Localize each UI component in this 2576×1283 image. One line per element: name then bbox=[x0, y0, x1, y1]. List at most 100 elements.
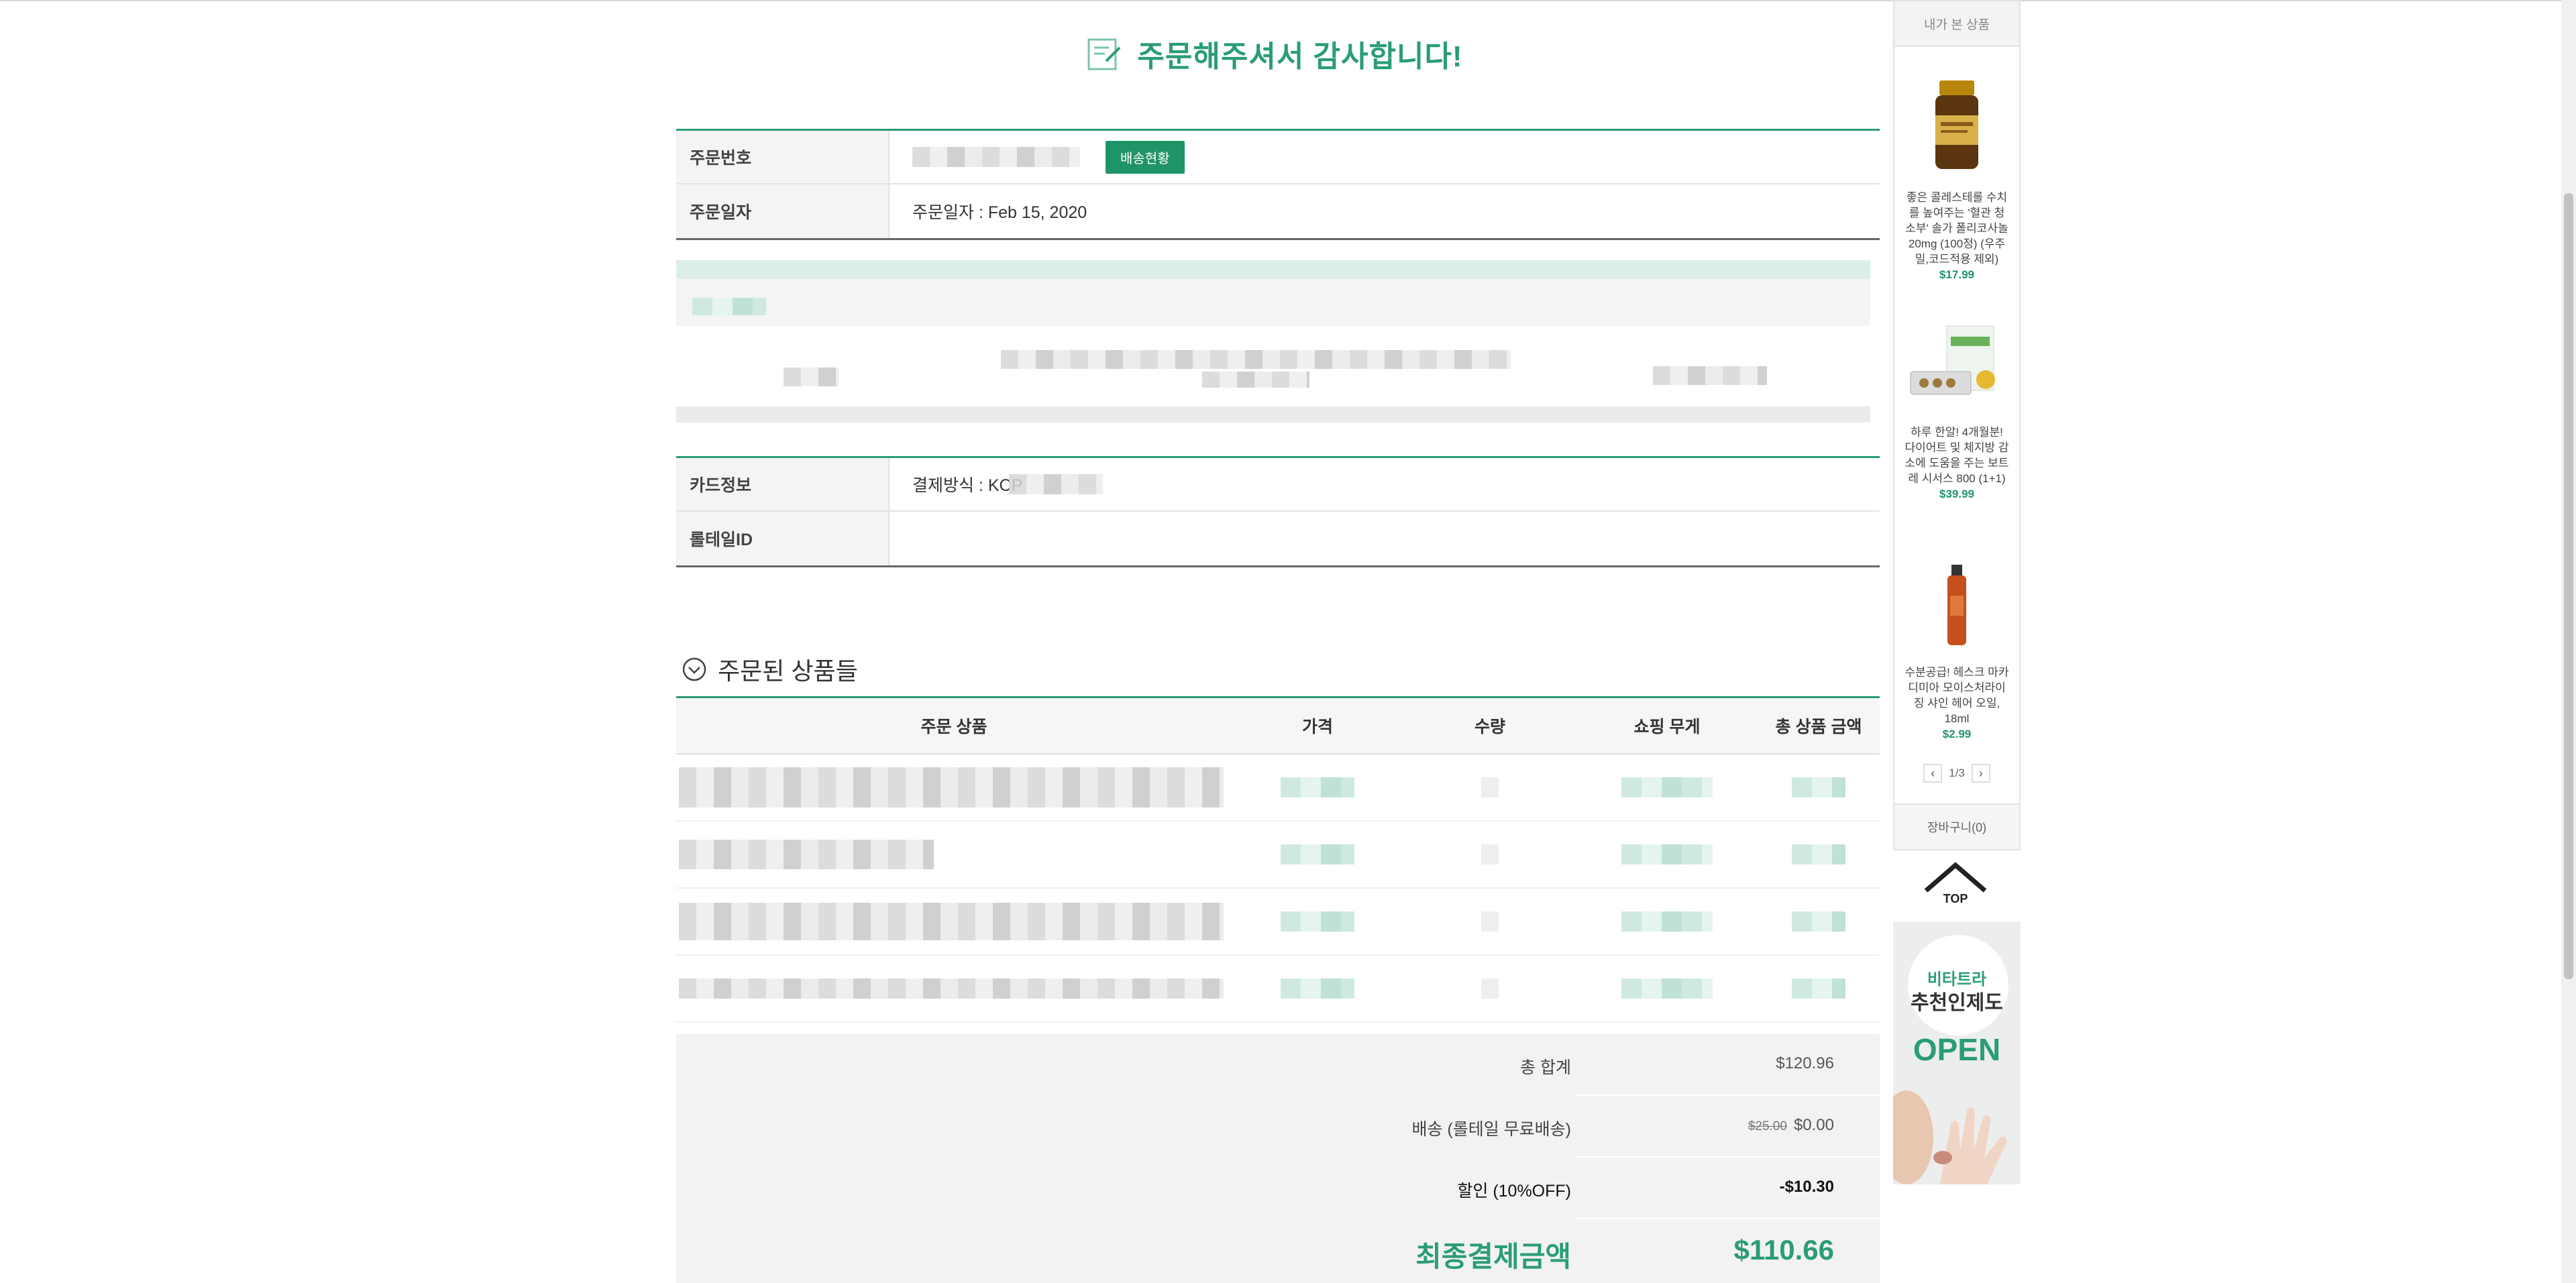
product-name-redacted[interactable] bbox=[679, 903, 1224, 940]
recently-viewed-title: 내가 본 상품 bbox=[1894, 1, 2019, 47]
total-redacted bbox=[1792, 979, 1845, 999]
products-table-header: 주문 상품 가격 수량 쇼핑 무게 총 상품 금액 bbox=[676, 698, 1880, 755]
address-detail-redacted bbox=[1001, 350, 1511, 369]
recent-item[interactable]: 하루 한알! 4개월분! 다이어트 및 체지방 감소에 도움을 주는 보트레 시… bbox=[1894, 322, 2019, 501]
address-subheader-bar bbox=[676, 279, 1870, 326]
order-date-row: 주문일자 주문일자 : Feb 15, 2020 bbox=[676, 184, 1880, 238]
header-price: 가격 bbox=[1301, 718, 1333, 736]
recent-item-price: $39.99 bbox=[1939, 488, 1974, 500]
banner-line2: 추천인제도 bbox=[1911, 992, 2003, 1014]
payment-method-value: 결제방식 : KCP bbox=[912, 476, 1023, 495]
price-redacted bbox=[1281, 911, 1354, 932]
weight-redacted bbox=[1621, 911, 1713, 932]
order-info-table: 주문번호 배송현황 주문일자 주문일자 : Feb 15, 2020 bbox=[676, 129, 1880, 240]
order-totals: 총 합계 $120.96 배송 (롤테일 무료배송) $25.00 $0.00 할… bbox=[676, 1034, 1880, 1283]
shipping-value-group: $25.00 $0.00 bbox=[1748, 1116, 1834, 1135]
ordered-products-heading: 주문된 상품들 bbox=[682, 652, 858, 687]
scrollbar-thumb[interactable] bbox=[2564, 193, 2573, 979]
quantity-redacted bbox=[1481, 844, 1499, 864]
order-date-label: 주문일자 bbox=[676, 184, 890, 238]
supplement-box-image[interactable] bbox=[1907, 322, 2007, 409]
table-row bbox=[676, 755, 1880, 822]
recent-item-name[interactable]: 좋은 콜레스테롤 수치를 높여주는 '혈관 청소부' 솔가 폴리코사놀 20mg… bbox=[1894, 190, 2019, 267]
order-number-label: 주문번호 bbox=[676, 131, 890, 183]
order-date-value: 주문일자 : Feb 15, 2020 bbox=[912, 203, 1087, 222]
total-redacted bbox=[1792, 911, 1845, 932]
recent-pager: ‹ 1/3 › bbox=[1894, 764, 2019, 783]
price-redacted bbox=[1281, 979, 1354, 999]
delivery-status-button[interactable]: 배송현황 bbox=[1106, 140, 1185, 174]
supplement-bottle-image[interactable] bbox=[1930, 74, 1984, 174]
next-page-icon[interactable]: › bbox=[1971, 764, 1990, 783]
address-header-bar bbox=[676, 260, 1870, 279]
product-name-redacted[interactable] bbox=[679, 840, 934, 869]
price-redacted bbox=[1281, 777, 1354, 797]
page-header: 주문해주셔서 감사합니다! bbox=[671, 27, 1878, 80]
recent-item-price: $2.99 bbox=[1942, 728, 1972, 740]
card-info-label: 카드정보 bbox=[676, 458, 890, 510]
table-row bbox=[676, 889, 1880, 956]
scroll-top-button[interactable]: TOP bbox=[1919, 860, 1992, 913]
shipping-original-price: $25.00 bbox=[1748, 1119, 1787, 1133]
card-info-row: 카드정보 결제방식 : KCP bbox=[676, 458, 1880, 512]
subtotal-value: $120.96 bbox=[1776, 1054, 1834, 1072]
referral-banner[interactable]: 비타트라 추천인제도 OPEN bbox=[1893, 922, 2021, 1184]
order-number-redacted bbox=[912, 147, 1080, 167]
discount-row: 할인 (10%OFF) -$10.30 bbox=[1457, 1158, 1880, 1219]
weight-redacted bbox=[1621, 844, 1713, 864]
top-label: TOP bbox=[1943, 892, 1968, 905]
shipping-value: $0.00 bbox=[1793, 1116, 1834, 1134]
order-number-value: 배송현황 bbox=[890, 131, 1880, 183]
recently-viewed-panel: 내가 본 상품 좋은 콜레스테롤 수치를 높여주는 '혈관 청소부' 솔가 폴리… bbox=[1893, 0, 2021, 850]
header-weight: 쇼핑 무게 bbox=[1633, 718, 1701, 736]
top-divider bbox=[0, 0, 2576, 1]
shipping-row: 배송 (롤테일 무료배송) $25.00 $0.00 bbox=[1411, 1096, 1880, 1158]
weight-redacted bbox=[1621, 979, 1713, 999]
card-info-value: 결제방식 : KCP bbox=[890, 458, 1880, 510]
payment-detail-redacted bbox=[1009, 474, 1104, 494]
address-detail2-redacted bbox=[1202, 372, 1309, 388]
table-row bbox=[676, 822, 1880, 889]
weight-redacted bbox=[1621, 777, 1713, 797]
subtotal-label: 총 합계 bbox=[1520, 1058, 1571, 1077]
product-name-redacted[interactable] bbox=[679, 767, 1224, 807]
table-row bbox=[676, 956, 1880, 1023]
cart-link[interactable]: 장바구니(0) bbox=[1894, 803, 2019, 849]
shipping-address-redacted bbox=[676, 260, 1870, 425]
final-total-label: 최종결제금액 bbox=[1415, 1241, 1571, 1272]
address-phone-redacted bbox=[1653, 366, 1767, 385]
page-scrollbar[interactable] bbox=[2561, 0, 2576, 1283]
recent-item[interactable]: 좋은 콜레스테롤 수치를 높여주는 '혈관 청소부' 솔가 폴리코사놀 20mg… bbox=[1894, 74, 2019, 282]
rolltail-id-row: 롤테일ID bbox=[676, 512, 1880, 565]
recent-item-name[interactable]: 수분공급! 헤스크 마카디미아 모이스처라이징 샤인 헤어 오일, 18ml bbox=[1894, 665, 2019, 726]
rolltail-id-value bbox=[890, 512, 1880, 565]
address-label-redacted bbox=[692, 298, 766, 315]
total-redacted bbox=[1792, 777, 1845, 797]
subtotal-row: 총 합계 $120.96 bbox=[1520, 1034, 1880, 1096]
quantity-redacted bbox=[1481, 911, 1499, 932]
price-redacted bbox=[1281, 844, 1354, 864]
chevron-up-icon bbox=[1924, 862, 1987, 893]
ordered-products-table: 주문 상품 가격 수량 쇼핑 무게 총 상품 금액 bbox=[676, 696, 1880, 1023]
header-total: 총 상품 금액 bbox=[1775, 718, 1862, 736]
recent-item-name[interactable]: 하루 한알! 4개월분! 다이어트 및 체지방 감소에 도움을 주는 보트레 시… bbox=[1894, 425, 2019, 486]
quantity-redacted bbox=[1481, 777, 1499, 797]
recent-item-price: $17.99 bbox=[1939, 268, 1974, 281]
order-number-row: 주문번호 배송현황 bbox=[676, 131, 1880, 184]
chevron-circle-down-icon bbox=[682, 657, 706, 681]
recent-item[interactable]: 수분공급! 헤스크 마카디미아 모이스처라이징 샤인 헤어 오일, 18ml $… bbox=[1894, 562, 2019, 741]
hair-oil-bottle-image[interactable] bbox=[1937, 562, 1977, 649]
product-name-redacted[interactable] bbox=[679, 979, 1224, 999]
rolltail-id-label: 롤테일ID bbox=[676, 512, 890, 565]
page-title: 주문해주셔서 감사합니다! bbox=[1137, 40, 1463, 73]
final-total-value: $110.66 bbox=[1733, 1234, 1834, 1266]
prev-page-icon[interactable]: ‹ bbox=[1923, 764, 1943, 783]
quantity-redacted bbox=[1481, 979, 1499, 999]
page-indicator: 1/3 bbox=[1949, 767, 1965, 779]
ordered-products-title: 주문된 상품들 bbox=[718, 657, 858, 685]
payment-info-table: 카드정보 결제방식 : KCP 롤테일ID bbox=[676, 456, 1880, 567]
shipping-label: 배송 (롤테일 무료배송) bbox=[1411, 1120, 1571, 1139]
final-total-row: 최종결제금액 $110.66 bbox=[1415, 1219, 1880, 1283]
banner-hands-image bbox=[1893, 1091, 2007, 1184]
discount-value: -$10.30 bbox=[1779, 1178, 1834, 1196]
